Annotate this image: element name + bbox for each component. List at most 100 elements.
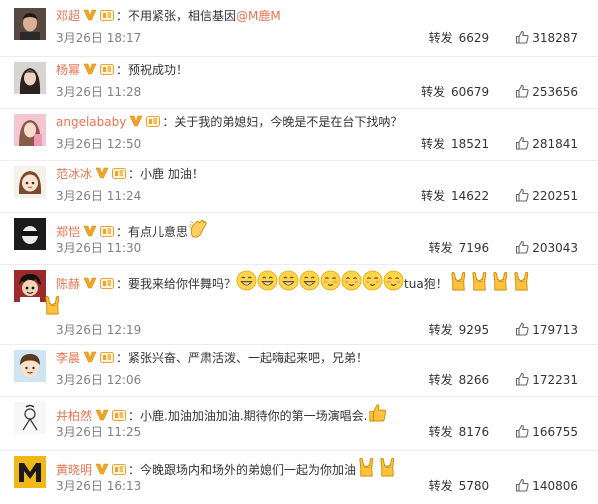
repost-button[interactable]: 转发 8176 [429, 424, 490, 440]
divider [0, 396, 598, 397]
colon-separator: ： [128, 463, 141, 477]
repost-count: 7196 [458, 241, 490, 255]
thumbs-up-icon [515, 478, 529, 492]
avatar-woman-photo[interactable] [14, 62, 46, 94]
repost-label: 转发 [420, 85, 445, 99]
username-link[interactable]: 邓超 [56, 9, 80, 23]
verified-v-icon [95, 166, 109, 180]
avatar-man-photo[interactable] [14, 8, 46, 40]
grin-icon [257, 270, 278, 291]
like-count: 203043 [532, 241, 578, 255]
verified-v-icon [95, 462, 109, 476]
repost-label: 转发 [428, 323, 453, 337]
like-button[interactable]: 281841 [515, 136, 578, 152]
repost-label: 转发 [420, 137, 445, 151]
like-button[interactable]: 220251 [515, 188, 578, 204]
username-link[interactable]: 杨幂 [56, 63, 80, 77]
like-count: 140806 [532, 479, 578, 493]
rock-hand-icon [469, 270, 490, 291]
divider [0, 160, 598, 161]
like-button[interactable]: 318287 [515, 30, 578, 46]
member-badge-icon [100, 276, 115, 290]
repost-button[interactable]: 转发 9295 [429, 322, 490, 338]
verified-v-icon [83, 62, 97, 76]
username-link[interactable]: 陈赫 [56, 277, 80, 291]
thumbs-up-icon [515, 84, 529, 98]
username-link[interactable]: 李晨 [56, 351, 80, 365]
blush-icon [341, 270, 362, 291]
repost-count: 6629 [458, 31, 490, 45]
repost-count: 14622 [451, 189, 490, 203]
comment-text: 要我来给你伴舞吗？ [128, 277, 237, 291]
grin-icon [236, 270, 257, 291]
blush-icon [362, 270, 383, 291]
like-button[interactable]: 203043 [515, 240, 578, 256]
comment-text: 今晚跟场内和场外的弟媳们一起为你加油 [140, 463, 357, 477]
colon-separator: ： [116, 225, 129, 239]
clap-hand-icon [188, 218, 209, 239]
avatar-letter-m[interactable] [14, 456, 46, 488]
repost-label: 转发 [420, 189, 445, 203]
member-badge-icon [100, 8, 115, 22]
repost-button[interactable]: 转发 18521 [421, 136, 489, 152]
rock-hand-icon [377, 456, 398, 477]
avatar-sketch[interactable] [14, 402, 46, 434]
thumbs-up-icon [515, 30, 529, 44]
username-link[interactable]: 范冰冰 [56, 167, 92, 181]
comment-actions: 转发 5780 140806 [429, 478, 578, 494]
like-button[interactable]: 166755 [515, 424, 578, 440]
rock-hand-icon [490, 270, 511, 291]
divider [0, 212, 598, 213]
like-count: 220251 [532, 189, 578, 203]
blush-icon [383, 270, 404, 291]
comment-list: 邓超 ：不用紧张，相信基因@M鹿M 3月26日 18:17 转发 6629 318287 杨… [0, 0, 598, 504]
comment-actions: 转发 60679 253656 [421, 84, 578, 100]
repost-count: 8266 [458, 373, 490, 387]
username-link[interactable]: 郑恺 [56, 225, 80, 239]
comment-date: 3月26日 11:28 [56, 85, 142, 99]
rock-hand-icon [448, 270, 469, 291]
verified-v-icon [83, 276, 97, 290]
repost-label: 转发 [428, 241, 453, 255]
repost-count: 8176 [458, 425, 490, 439]
like-button[interactable]: 179713 [515, 322, 578, 338]
verified-v-icon [129, 114, 143, 128]
divider [0, 108, 598, 109]
like-count: 166755 [532, 425, 578, 439]
avatar-cartoon-girl[interactable] [14, 166, 46, 198]
comment-text-tail: tua狍！ [404, 277, 448, 291]
like-button[interactable]: 253656 [515, 84, 578, 100]
like-button[interactable]: 172231 [515, 372, 578, 388]
member-badge-icon [100, 350, 115, 364]
comment-date: 3月26日 11:30 [56, 241, 142, 255]
username-link[interactable]: 井柏然 [56, 409, 92, 423]
username-link[interactable]: angelababy [56, 115, 126, 129]
repost-button[interactable]: 转发 14622 [421, 188, 489, 204]
mention-link[interactable]: @M鹿M [236, 9, 281, 23]
repost-button[interactable]: 转发 6629 [429, 30, 490, 46]
like-button[interactable]: 140806 [515, 478, 578, 494]
colon-separator: ： [116, 63, 129, 77]
colon-separator: ： [128, 167, 141, 181]
member-badge-icon [112, 166, 127, 180]
repost-button[interactable]: 转发 7196 [429, 240, 490, 256]
verified-v-icon [83, 350, 97, 364]
member-badge-icon [146, 114, 161, 128]
comment-actions: 转发 8266 172231 [429, 372, 578, 388]
avatar-pink-photo[interactable] [14, 114, 46, 146]
verified-v-icon [83, 224, 97, 238]
comment-actions: 转发 14622 220251 [421, 188, 578, 204]
username-link[interactable]: 黄晓明 [56, 463, 92, 477]
divider [0, 344, 598, 345]
repost-button[interactable]: 转发 5780 [429, 478, 490, 494]
divider [0, 264, 598, 265]
rock-hand-icon [42, 294, 63, 315]
comment-text: 不用紧张，相信基因 [128, 9, 237, 23]
thumbs-up-icon [515, 322, 529, 336]
avatar-cartoon-boy[interactable] [14, 350, 46, 382]
comment-date: 3月26日 11:25 [56, 425, 142, 439]
like-count: 172231 [532, 373, 578, 387]
repost-button[interactable]: 转发 8266 [429, 372, 490, 388]
avatar-sunglasses[interactable] [14, 218, 46, 250]
repost-button[interactable]: 转发 60679 [421, 84, 489, 100]
